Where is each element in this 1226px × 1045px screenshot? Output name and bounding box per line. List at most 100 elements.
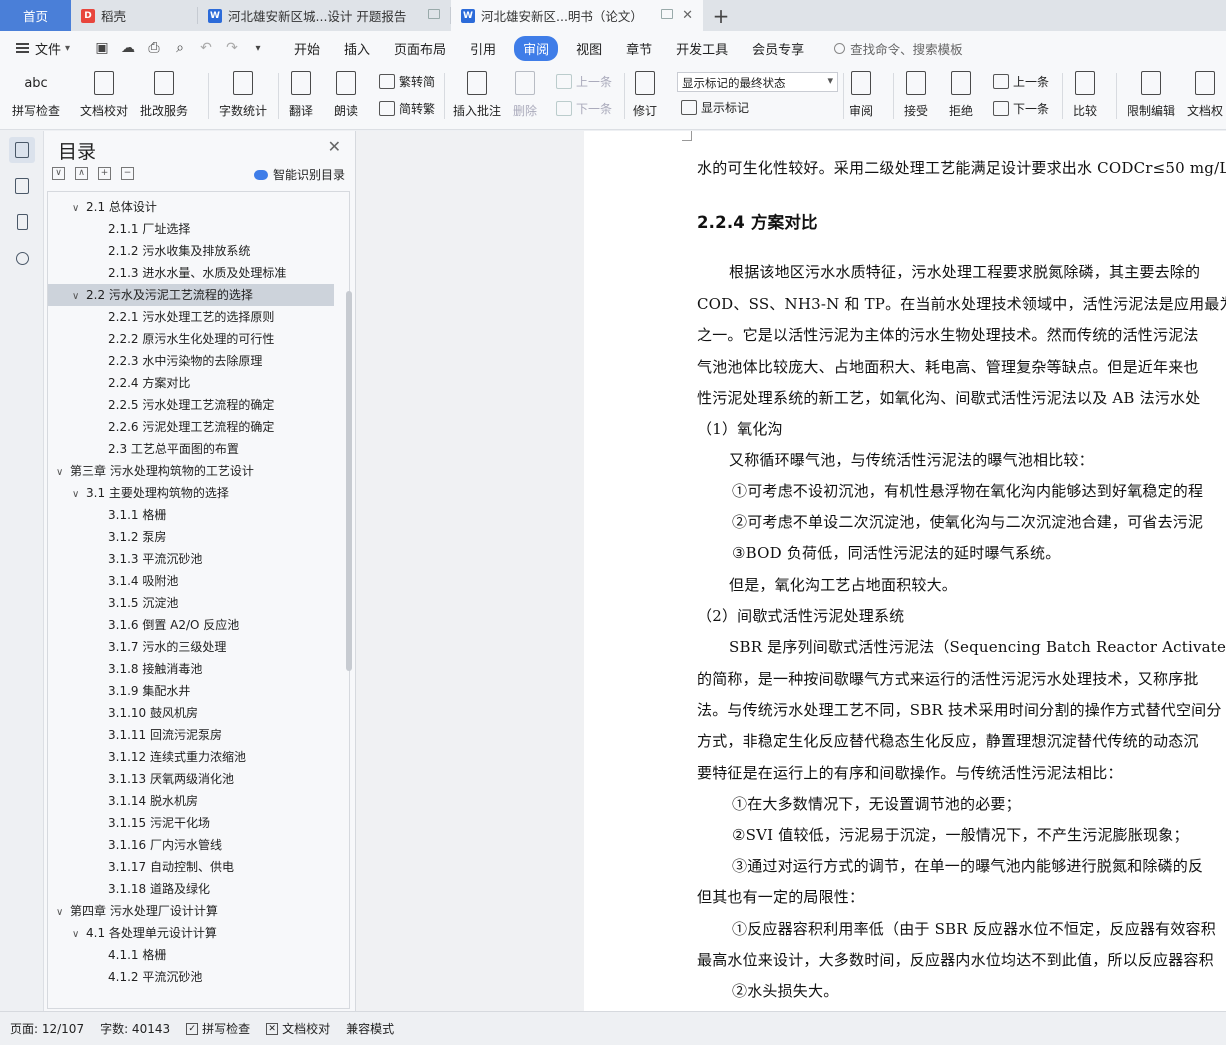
menu-tab-start[interactable]: 开始: [282, 39, 332, 58]
menu-tab-member[interactable]: 会员专享: [740, 39, 816, 58]
toc-item[interactable]: 2.2.3 水中污染物的去除原理: [48, 350, 334, 372]
expand-up-icon[interactable]: ∧: [75, 167, 88, 180]
toc-item[interactable]: ∨ 第四章 污水处理厂设计计算: [48, 900, 334, 922]
cloud-icon[interactable]: ☁: [120, 40, 136, 56]
toc-item[interactable]: 3.1.8 接触消毒池: [48, 658, 334, 680]
toc-item[interactable]: 3.1.12 连续式重力浓缩池: [48, 746, 334, 768]
toc-item[interactable]: 2.3 工艺总平面图的布置: [48, 438, 334, 460]
word-count-button[interactable]: 字数统计: [219, 69, 267, 119]
toc-item[interactable]: 2.2.2 原污水生化处理的可行性: [48, 328, 334, 350]
toc-item[interactable]: 3.1.17 自动控制、供电: [48, 856, 334, 878]
reject-button[interactable]: 拒绝: [948, 69, 974, 119]
toc-item[interactable]: 2.1.3 进水水量、水质及处理标准: [48, 262, 334, 284]
preview-icon[interactable]: ⌕: [172, 40, 188, 56]
toc-item[interactable]: 2.2.1 污水处理工艺的选择原则: [48, 306, 334, 328]
toc-item[interactable]: 3.1.16 厂内污水管线: [48, 834, 334, 856]
status-doc-check[interactable]: ✕ 文档校对: [266, 1020, 330, 1037]
print-icon[interactable]: ⎙: [146, 40, 162, 56]
toc-item[interactable]: 2.2.6 污泥处理工艺流程的确定: [48, 416, 334, 438]
next-comment-button[interactable]: 下一条: [556, 100, 612, 117]
menu-tab-devtools[interactable]: 开发工具: [664, 39, 740, 58]
toc-item[interactable]: 2.2.4 方案对比: [48, 372, 334, 394]
accept-button[interactable]: 接受: [903, 69, 929, 119]
menu-tab-chapter[interactable]: 章节: [614, 39, 664, 58]
doc-permission-button[interactable]: 文档权: [1187, 69, 1223, 119]
annotate-service-button[interactable]: 批改服务: [140, 69, 188, 119]
toc-item[interactable]: 2.2.5 污水处理工艺流程的确定: [48, 394, 334, 416]
toc-item[interactable]: 3.1.10 鼓风机房: [48, 702, 334, 724]
chevron-down-icon[interactable]: ∨: [72, 198, 86, 220]
chevron-down-icon[interactable]: ∨: [56, 902, 70, 924]
toc-item[interactable]: ∨ 4.1 各处理单元设计计算: [48, 922, 334, 944]
status-spell-check[interactable]: ✓ 拼写检查: [186, 1020, 250, 1037]
more-icon[interactable]: ▾: [250, 43, 266, 54]
toc-item[interactable]: 3.1.4 吸附池: [48, 570, 334, 592]
new-tab-button[interactable]: +: [703, 0, 739, 31]
delete-comment-button[interactable]: 删除: [512, 69, 538, 119]
chevron-down-icon[interactable]: ∨: [72, 484, 86, 506]
markup-state-dropdown[interactable]: 显示标记的最终状态: [677, 72, 838, 92]
menu-tab-reference[interactable]: 引用: [458, 39, 508, 58]
show-markup-button[interactable]: 显示标记: [681, 99, 749, 116]
toc-item[interactable]: ∨ 第三章 污水处理构筑物的工艺设计: [48, 460, 334, 482]
toc-item[interactable]: 3.1.14 脱水机房: [48, 790, 334, 812]
toc-item[interactable]: 3.1.5 沉淀池: [48, 592, 334, 614]
tab-doc-thesis[interactable]: W 河北雄安新区...明书（论文） ✕: [451, 0, 703, 31]
toc-item[interactable]: 3.1.2 泵房: [48, 526, 334, 548]
save-icon[interactable]: ▣: [94, 40, 110, 56]
toc-icon[interactable]: [9, 137, 35, 163]
spell-check-button[interactable]: abc 拼写检查: [12, 69, 60, 119]
toc-item[interactable]: 3.1.6 倒置 A2/O 反应池: [48, 614, 334, 636]
toc-item[interactable]: 3.1.7 污水的三级处理: [48, 636, 334, 658]
tab-doc-proposal[interactable]: W 河北雄安新区城...设计 开题报告: [198, 0, 450, 31]
prev-change-button[interactable]: 上一条: [993, 73, 1049, 90]
toc-item[interactable]: 2.1.1 厂址选择: [48, 218, 334, 240]
chevron-down-icon[interactable]: ∨: [72, 286, 86, 308]
file-menu[interactable]: 文件 ▾: [0, 39, 90, 58]
prev-comment-button[interactable]: 上一条: [556, 73, 612, 90]
document-page[interactable]: 水的可生化性较好。采用二级处理工艺能满足设计要求出水 CODCr≤50 mg/L…: [584, 131, 1226, 1011]
chevron-down-icon[interactable]: ∨: [72, 924, 86, 946]
page-indicator[interactable]: 页面: 12/107: [10, 1020, 84, 1037]
toc-item[interactable]: ∨ 3.1 主要处理构筑物的选择: [48, 482, 334, 504]
toc-item[interactable]: 2.1.2 污水收集及排放系统: [48, 240, 334, 262]
close-tab-icon[interactable]: ✕: [682, 8, 693, 23]
revise-button[interactable]: 修订: [632, 69, 658, 119]
toc-item[interactable]: ∨ 2.2 污水及污泥工艺流程的选择: [48, 284, 334, 306]
menu-tab-review[interactable]: 审阅: [514, 35, 559, 61]
simp-to-trad-button[interactable]: 简转繁: [379, 100, 435, 117]
close-icon[interactable]: ✕: [328, 137, 341, 156]
toc-item[interactable]: 3.1.15 污泥干化场: [48, 812, 334, 834]
menu-tab-layout[interactable]: 页面布局: [382, 39, 458, 58]
toc-item[interactable]: 3.1.13 厌氧两级消化池: [48, 768, 334, 790]
toc-item[interactable]: 4.1.2 平流沉砂池: [48, 966, 334, 988]
bookmark-icon[interactable]: [9, 209, 35, 235]
next-change-button[interactable]: 下一条: [993, 100, 1049, 117]
read-aloud-button[interactable]: 朗读: [333, 69, 359, 119]
search-icon[interactable]: [9, 245, 35, 271]
word-count[interactable]: 字数: 40143: [100, 1020, 170, 1037]
smart-toc-button[interactable]: 智能识别目录: [253, 166, 345, 183]
trad-to-simp-button[interactable]: 繁转简: [379, 73, 435, 90]
tab-home[interactable]: 首页: [0, 0, 71, 31]
monitor-icon[interactable]: [661, 9, 673, 19]
toc-item[interactable]: ∨ 2.1 总体设计: [48, 196, 334, 218]
toc-item[interactable]: 4.1.1 格栅: [48, 944, 334, 966]
review-pane-button[interactable]: 审阅: [848, 69, 874, 119]
compare-button[interactable]: 比较: [1072, 69, 1098, 119]
toc-item[interactable]: 3.1.9 集配水井: [48, 680, 334, 702]
add-level-icon[interactable]: +: [98, 167, 111, 180]
toc-item[interactable]: 3.1.3 平流沉砂池: [48, 548, 334, 570]
insert-comment-button[interactable]: 插入批注: [453, 69, 501, 119]
command-search[interactable]: 查找命令、搜索模板: [834, 39, 963, 58]
toc-scrollbar[interactable]: [346, 291, 352, 671]
toc-item[interactable]: 3.1.1 格栅: [48, 504, 334, 526]
tab-daoke[interactable]: D 稻壳: [71, 0, 197, 31]
redo-icon[interactable]: ↷: [224, 40, 240, 56]
toc-item[interactable]: 3.1.11 回流污泥泵房: [48, 724, 334, 746]
menu-tab-view[interactable]: 视图: [564, 39, 614, 58]
chapter-nav-icon[interactable]: [9, 173, 35, 199]
remove-level-icon[interactable]: −: [121, 167, 134, 180]
chevron-down-icon[interactable]: ∨: [56, 462, 70, 484]
undo-icon[interactable]: ↶: [198, 40, 214, 56]
